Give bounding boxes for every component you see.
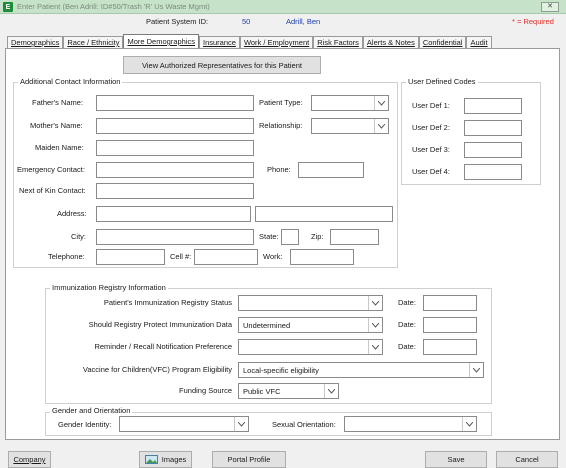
patient-type-label: Patient Type: xyxy=(259,98,303,107)
app-icon: E xyxy=(3,2,13,12)
user-def-4-label: User Def 4: xyxy=(412,167,450,176)
reminder-date-input[interactable] xyxy=(423,339,477,355)
status-date-label: Date: xyxy=(398,298,416,307)
chevron-down-icon xyxy=(374,96,388,110)
patient-name: Adrill, Ben xyxy=(286,17,321,26)
protect-data-label: Should Registry Protect Immunization Dat… xyxy=(88,320,232,329)
patient-type-select[interactable] xyxy=(311,95,389,111)
phone-input[interactable] xyxy=(298,162,364,178)
chevron-down-icon xyxy=(462,417,476,431)
next-of-kin-input[interactable] xyxy=(96,183,254,199)
work-label: Work: xyxy=(263,252,283,261)
vfc-eligibility-value: Local-specific eligibility xyxy=(243,366,319,375)
chevron-down-icon xyxy=(368,340,382,354)
window-title: Enter Patient (Ben Adrill: ID#50/Trash '… xyxy=(17,2,210,11)
images-button-label: Images xyxy=(161,455,187,464)
user-def-2-label: User Def 2: xyxy=(412,123,450,132)
relationship-label: Relationship: xyxy=(259,121,303,130)
relationship-select[interactable] xyxy=(311,118,389,134)
address-line2-input[interactable] xyxy=(255,206,393,222)
immunization-legend: Immunization Registry Information xyxy=(50,283,168,292)
protect-data-value: Undetermined xyxy=(243,321,291,330)
state-input[interactable] xyxy=(281,229,299,245)
next-of-kin-label: Next of Kin Contact: xyxy=(19,186,86,195)
fathers-name-input[interactable] xyxy=(96,95,254,111)
cell-label: Cell #: xyxy=(170,252,192,261)
protect-data-select[interactable]: Undetermined xyxy=(238,317,383,333)
address-line1-input[interactable] xyxy=(96,206,251,222)
cell-input[interactable] xyxy=(194,249,258,265)
registry-status-select[interactable] xyxy=(238,295,383,311)
fathers-name-label: Father's Name: xyxy=(32,98,84,107)
status-date-input[interactable] xyxy=(423,295,477,311)
sexual-orientation-label: Sexual Orientation: xyxy=(272,420,336,429)
funding-source-label: Funding Source xyxy=(179,386,232,395)
system-id-value: 50 xyxy=(242,17,251,26)
gender-legend: Gender and Orientation xyxy=(50,406,133,415)
cancel-button[interactable]: Cancel xyxy=(496,451,558,468)
maiden-name-label: Maiden Name: xyxy=(35,143,84,152)
protect-date-label: Date: xyxy=(398,320,416,329)
registry-status-label: Patient's Immunization Registry Status xyxy=(103,298,232,307)
images-button[interactable]: Images xyxy=(139,451,192,468)
mothers-name-input[interactable] xyxy=(96,118,254,134)
gender-identity-label: Gender Identity: xyxy=(58,420,112,429)
user-def-2-input[interactable] xyxy=(464,120,522,136)
mothers-name-label: Mother's Name: xyxy=(30,121,83,130)
image-icon xyxy=(144,455,158,464)
chevron-down-icon xyxy=(234,417,248,431)
save-button[interactable]: Save xyxy=(425,451,487,468)
state-label: State: xyxy=(259,232,279,241)
user-def-3-input[interactable] xyxy=(464,142,522,158)
funding-source-value: Public VFC xyxy=(243,387,281,396)
vfc-eligibility-select[interactable]: Local-specific eligibility xyxy=(238,362,484,378)
user-def-1-input[interactable] xyxy=(464,98,522,114)
protect-date-input[interactable] xyxy=(423,317,477,333)
user-def-1-label: User Def 1: xyxy=(412,101,450,110)
company-button-label: Company xyxy=(13,455,46,464)
telephone-input[interactable] xyxy=(96,249,165,265)
maiden-name-input[interactable] xyxy=(96,140,254,156)
reminder-date-label: Date: xyxy=(398,342,416,351)
tab-more-demographics[interactable]: More Demographics xyxy=(123,34,199,49)
chevron-down-icon xyxy=(368,318,382,332)
chevron-down-icon xyxy=(324,384,338,398)
city-label: City: xyxy=(71,232,86,241)
zip-input[interactable] xyxy=(330,229,379,245)
phone-label: Phone: xyxy=(267,165,291,174)
emergency-contact-label: Emergency Contact: xyxy=(17,165,85,174)
zip-label: Zip: xyxy=(311,232,324,241)
view-representatives-button[interactable]: View Authorized Representatives for this… xyxy=(123,56,321,74)
reminder-preference-label: Reminder / Recall Notification Preferenc… xyxy=(94,342,232,351)
portal-profile-button[interactable]: Portal Profile xyxy=(212,451,286,468)
funding-source-select[interactable]: Public VFC xyxy=(238,383,339,399)
vfc-eligibility-label: Vaccine for Children(VFC) Program Eligib… xyxy=(82,365,232,374)
sexual-orientation-select[interactable] xyxy=(344,416,477,432)
reminder-preference-select[interactable] xyxy=(238,339,383,355)
telephone-label: Telephone: xyxy=(48,252,85,261)
address-label: Address: xyxy=(57,209,87,218)
gender-identity-select[interactable] xyxy=(119,416,249,432)
user-def-3-label: User Def 3: xyxy=(412,145,450,154)
user-def-4-input[interactable] xyxy=(464,164,522,180)
contact-legend: Additional Contact Information xyxy=(18,77,123,86)
chevron-down-icon xyxy=(374,119,388,133)
company-button[interactable]: Company xyxy=(8,451,51,468)
chevron-down-icon xyxy=(469,363,483,377)
chevron-down-icon xyxy=(368,296,382,310)
close-button[interactable]: ✕ xyxy=(541,2,559,12)
user-defined-legend: User Defined Codes xyxy=(406,77,478,86)
required-note: * = Required xyxy=(512,17,554,26)
city-input[interactable] xyxy=(96,229,254,245)
system-id-label: Patient System ID: xyxy=(146,17,209,26)
work-input[interactable] xyxy=(290,249,354,265)
emergency-contact-input[interactable] xyxy=(96,162,254,178)
